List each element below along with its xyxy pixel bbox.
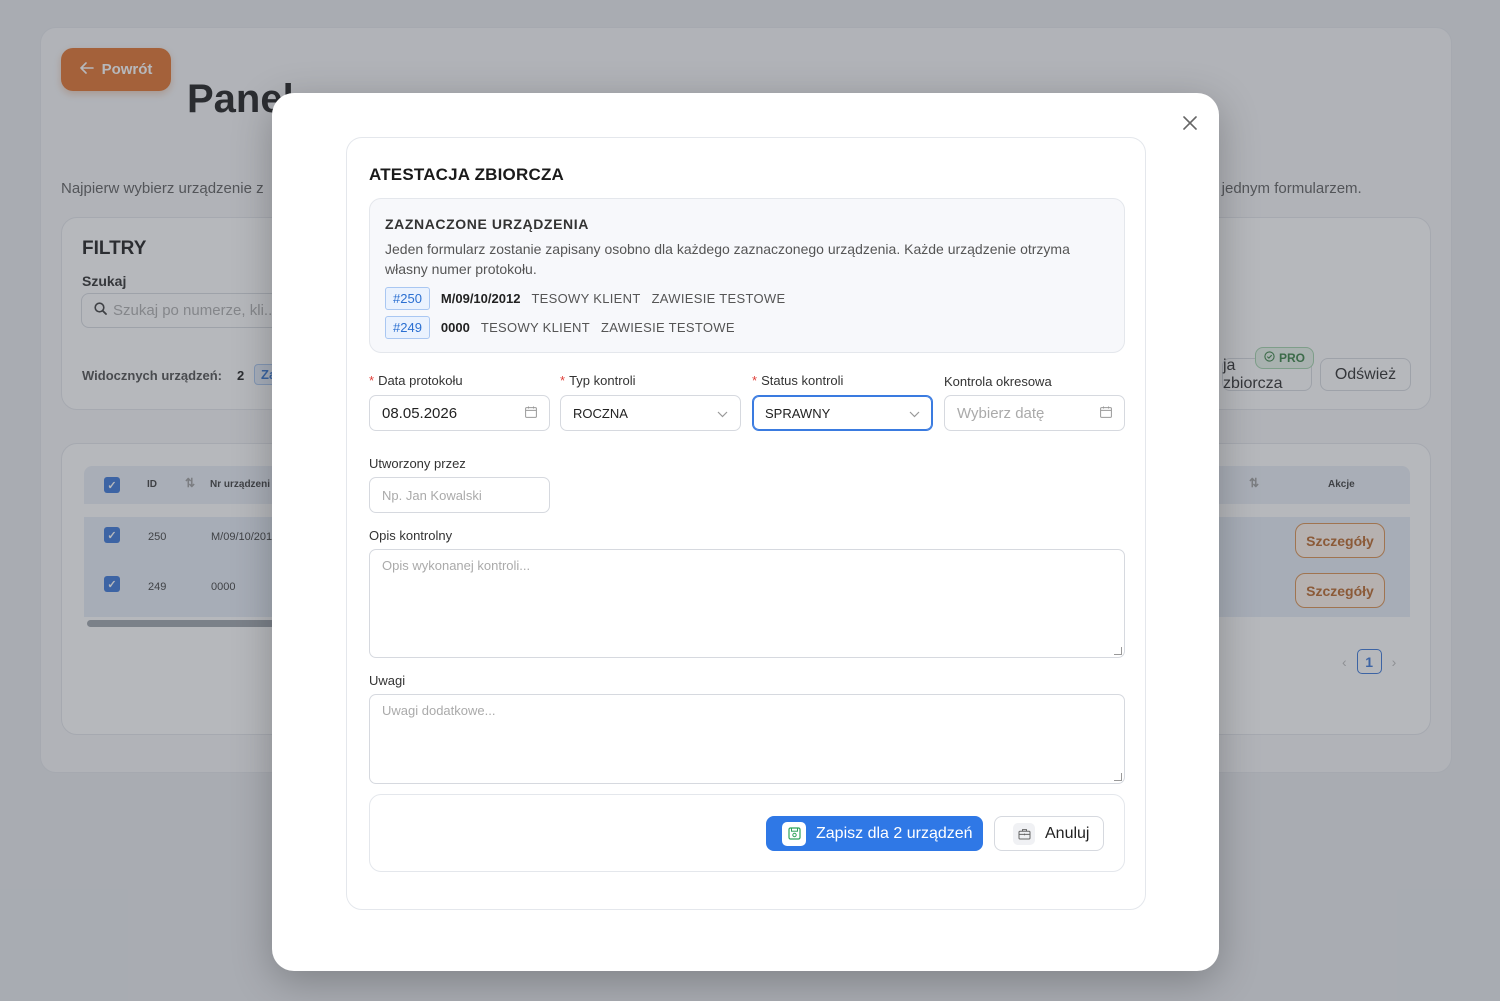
cancel-button-label: Anuluj [1045,824,1090,842]
form-actions: Zapisz dla 2 urządzeń Anuluj [369,794,1125,872]
calendar-icon [525,406,537,421]
control-description-textarea[interactable]: Opis wykonanej kontroli... [369,549,1125,658]
attestation-form: ATESTACJA ZBIORCZA ZAZNACZONE URZĄDZENIA… [346,137,1146,910]
control-status-value: SPRAWNY [765,405,831,421]
control-type-select[interactable]: ROCZNA [560,395,741,431]
protocol-date-value: 08.05.2026 [382,404,458,422]
protocol-date-field[interactable]: 08.05.2026 [369,395,550,431]
save-button-label: Zapisz dla 2 urządzeń [816,824,973,842]
calendar-icon [1100,406,1112,421]
selected-device-item: #250 M/09/10/2012 TESOWY KLIENT ZAWIESIE… [385,287,785,310]
chevron-down-icon [909,406,920,421]
control-type-value: ROCZNA [573,405,628,421]
briefcase-icon [1013,822,1035,845]
resize-handle-icon[interactable] [1114,647,1122,655]
device-location: ZAWIESIE TESTOWE [651,291,786,306]
notes-label: Uwagi [369,673,406,688]
device-client: TESOWY KLIENT [480,320,590,335]
protocol-date-label: * Data protokołu [369,373,463,388]
device-id-tag: #250 [385,287,430,310]
selected-device-item: #249 0000 TESOWY KLIENT ZAWIESIE TESTOWE [385,316,735,339]
control-description-label: Opis kontrolny [369,528,453,543]
bulk-attestation-modal: ATESTACJA ZBIORCZA ZAZNACZONE URZĄDZENIA… [272,93,1219,971]
selected-devices-description: Jeden formularz zostanie zapisany osobno… [385,241,1070,277]
created-by-input[interactable]: Np. Jan Kowalski [369,477,550,513]
chevron-down-icon [717,406,728,421]
notes-textarea[interactable]: Uwagi dodatkowe... [369,694,1125,784]
device-id-tag: #249 [385,316,430,339]
device-number: M/09/10/2012 [440,291,521,306]
selected-devices-title: ZAZNACZONE URZĄDZENIA [385,216,589,232]
close-icon[interactable] [1178,110,1202,134]
periodic-control-placeholder: Wybierz datę [957,404,1045,422]
control-description-placeholder: Opis wykonanej kontroli... [382,558,531,573]
notes-placeholder: Uwagi dodatkowe... [382,703,496,718]
device-number: 0000 [440,320,470,335]
selected-devices-box: ZAZNACZONE URZĄDZENIA Jeden formularz zo… [369,198,1125,353]
modal-title: ATESTACJA ZBIORCZA [369,165,564,184]
save-icon [782,821,806,846]
device-client: TESOWY KLIENT [531,291,641,306]
periodic-control-label: Kontrola okresowa [944,374,1052,389]
created-by-label: Utworzony przez [369,456,466,471]
control-status-label: * Status kontroli [752,373,844,388]
device-location: ZAWIESIE TESTOWE [600,320,735,335]
created-by-placeholder: Np. Jan Kowalski [382,487,482,503]
save-button[interactable]: Zapisz dla 2 urządzeń [766,816,983,851]
control-type-label: * Typ kontroli [560,373,636,388]
resize-handle-icon[interactable] [1114,773,1122,781]
periodic-control-date-field[interactable]: Wybierz datę [944,395,1125,431]
cancel-button[interactable]: Anuluj [994,816,1104,851]
control-status-select[interactable]: SPRAWNY [752,395,933,431]
